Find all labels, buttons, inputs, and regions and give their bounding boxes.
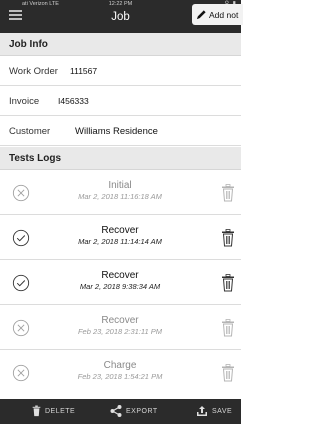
log-type: Recover bbox=[101, 315, 139, 326]
save-label: SAVE bbox=[212, 407, 233, 415]
log-text: Charge Feb 23, 2018 1:54:21 PM bbox=[60, 360, 180, 381]
circle-x-icon bbox=[12, 364, 30, 382]
bottom-toolbar: DELETE EXPORT SAVE bbox=[0, 399, 241, 424]
circle-check-icon bbox=[12, 229, 30, 247]
invoice-value: I456333 bbox=[58, 96, 89, 106]
work-order-value: 111567 bbox=[70, 66, 98, 76]
delete-label: DELETE bbox=[45, 407, 76, 415]
pencil-icon bbox=[196, 10, 206, 20]
log-date: Mar 2, 2018 11:14:14 AM bbox=[78, 237, 162, 246]
log-date: Mar 2, 2018 9:38:34 AM bbox=[79, 282, 161, 291]
log-row[interactable]: Initial Mar 2, 2018 11:16:18 AM bbox=[0, 171, 241, 215]
work-order-label: Work Order bbox=[9, 65, 58, 77]
log-text: Recover Mar 2, 2018 11:14:14 AM bbox=[60, 225, 180, 246]
app-header: ati Verizon LTE 12:22 PM ⚲ ▮ Job Add not bbox=[0, 0, 243, 33]
log-row[interactable]: Charge Feb 23, 2018 1:54:21 PM bbox=[0, 351, 241, 399]
upload-tray-icon bbox=[197, 406, 207, 416]
log-row[interactable]: Recover Feb 23, 2018 2:31:11 PM bbox=[0, 306, 241, 350]
log-date: Mar 2, 2018 11:16:18 AM bbox=[78, 192, 162, 201]
share-icon bbox=[110, 405, 122, 417]
log-text: Initial Mar 2, 2018 11:16:18 AM bbox=[60, 180, 180, 201]
log-type: Initial bbox=[108, 180, 132, 191]
circle-x-icon bbox=[12, 319, 30, 337]
export-label: EXPORT bbox=[126, 407, 158, 415]
invoice-label: Invoice bbox=[9, 95, 40, 107]
log-date: Feb 23, 2018 1:54:21 PM bbox=[77, 372, 163, 381]
export-button[interactable]: EXPORT bbox=[110, 405, 158, 417]
customer-row: Customer Williams Residence bbox=[0, 117, 241, 146]
delete-button[interactable]: DELETE bbox=[32, 405, 75, 417]
customer-label: Customer bbox=[9, 125, 51, 137]
log-text: Recover Feb 23, 2018 2:31:11 PM bbox=[60, 315, 180, 336]
customer-value: Williams Residence bbox=[75, 125, 158, 137]
circle-check-icon bbox=[12, 274, 30, 292]
add-note-button[interactable]: Add not bbox=[192, 4, 243, 25]
log-text: Recover Mar 2, 2018 9:38:34 AM bbox=[60, 270, 180, 291]
log-row[interactable]: Recover Mar 2, 2018 11:14:14 AM bbox=[0, 216, 241, 260]
trash-icon[interactable] bbox=[221, 229, 235, 247]
trash-icon[interactable] bbox=[221, 184, 235, 202]
work-order-row: Work Order 111567 bbox=[0, 57, 241, 86]
invoice-row: Invoice I456333 bbox=[0, 87, 241, 116]
log-row[interactable]: Recover Mar 2, 2018 9:38:34 AM bbox=[0, 261, 241, 305]
circle-x-icon bbox=[12, 184, 30, 202]
trash-icon bbox=[32, 405, 41, 417]
log-type: Recover bbox=[101, 225, 139, 236]
tests-logs-section-header: Tests Logs bbox=[0, 147, 241, 170]
save-button[interactable]: SAVE bbox=[196, 405, 232, 417]
trash-icon[interactable] bbox=[221, 319, 235, 337]
log-type: Recover bbox=[101, 270, 139, 281]
trash-icon[interactable] bbox=[221, 364, 235, 382]
log-date: Feb 23, 2018 2:31:11 PM bbox=[77, 327, 163, 336]
log-type: Charge bbox=[103, 360, 137, 371]
trash-icon[interactable] bbox=[221, 274, 235, 292]
job-info-section-header: Job Info bbox=[0, 33, 241, 56]
add-note-label: Add not bbox=[209, 9, 239, 20]
